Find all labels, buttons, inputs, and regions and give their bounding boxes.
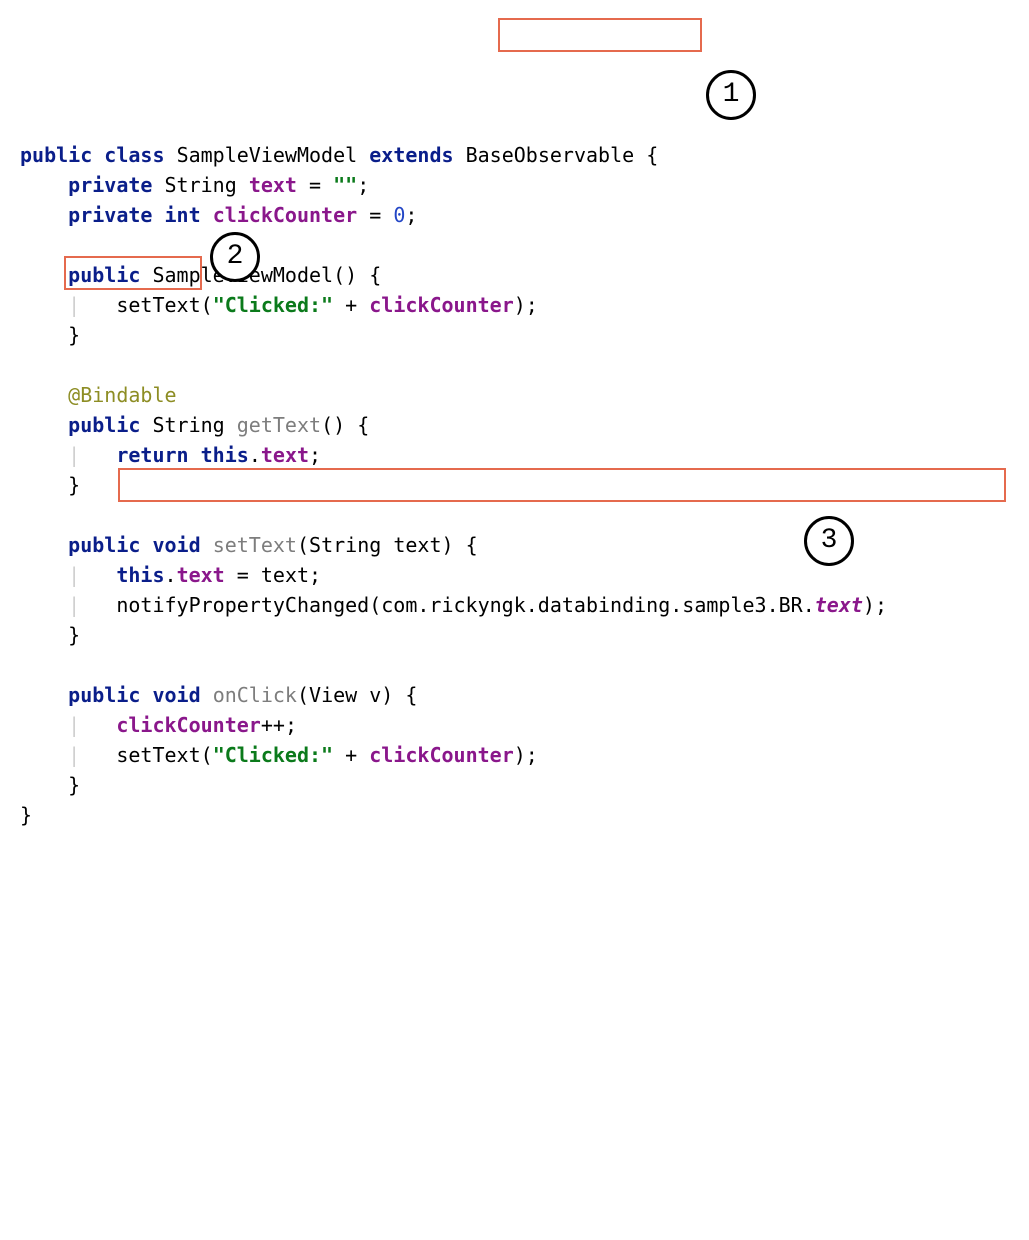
keyword-void: void	[152, 533, 200, 557]
base-class: BaseObservable	[466, 143, 635, 167]
field-text: text	[177, 563, 225, 587]
param-v: v	[369, 683, 381, 707]
gutter-bar: |	[68, 593, 80, 617]
package-path: com.rickyngk.databinding.sample3.BR.	[381, 593, 814, 617]
field-clickCounter: clickCounter	[116, 713, 261, 737]
open-brace: {	[646, 143, 658, 167]
field-clickCounter: clickCounter	[213, 203, 358, 227]
field-clickCounter: clickCounter	[369, 743, 514, 767]
highlight-box-1	[498, 18, 702, 52]
gutter-bar: |	[68, 563, 80, 587]
method-setText: setText	[213, 533, 297, 557]
gutter-bar: |	[68, 743, 80, 767]
param-text: text	[393, 533, 441, 557]
constructor-name: SampleViewModel	[152, 263, 333, 287]
keyword-this: this	[116, 563, 164, 587]
gutter-bar: |	[68, 443, 80, 467]
keyword-private: private	[68, 203, 152, 227]
type-string: String	[165, 173, 237, 197]
param-text: text	[261, 563, 309, 587]
field-clickCounter: clickCounter	[369, 293, 514, 317]
keyword-void: void	[152, 683, 200, 707]
keyword-int: int	[165, 203, 201, 227]
method-onClick: onClick	[213, 683, 297, 707]
keyword-public: public	[20, 143, 92, 167]
string-clicked: "Clicked:"	[213, 743, 333, 767]
br-text: text	[815, 593, 863, 617]
type-view: View	[309, 683, 357, 707]
annotation-bindable: @Bindable	[68, 383, 176, 407]
field-text: text	[261, 443, 309, 467]
gutter-bar: |	[68, 713, 80, 737]
keyword-this: this	[201, 443, 249, 467]
keyword-public: public	[68, 263, 140, 287]
keyword-class: class	[104, 143, 164, 167]
keyword-public: public	[68, 533, 140, 557]
op-increment: ++	[261, 713, 285, 737]
gutter-bar: |	[68, 293, 80, 317]
field-text: text	[249, 173, 297, 197]
code-block: public class SampleViewModel extends Bas…	[20, 140, 1009, 830]
keyword-public: public	[68, 683, 140, 707]
type-string: String	[152, 413, 224, 437]
keyword-extends: extends	[369, 143, 453, 167]
keyword-public: public	[68, 413, 140, 437]
number-zero: 0	[393, 203, 405, 227]
close-brace: }	[20, 803, 32, 827]
class-name: SampleViewModel	[177, 143, 358, 167]
keyword-private: private	[68, 173, 152, 197]
string-empty: ""	[333, 173, 357, 197]
type-string: String	[309, 533, 381, 557]
call-notifyPropertyChanged: notifyPropertyChanged	[116, 593, 369, 617]
string-clicked: "Clicked:"	[213, 293, 333, 317]
method-getText: getText	[237, 413, 321, 437]
keyword-return: return	[116, 443, 188, 467]
circle-annotation-1: 1	[706, 70, 756, 120]
